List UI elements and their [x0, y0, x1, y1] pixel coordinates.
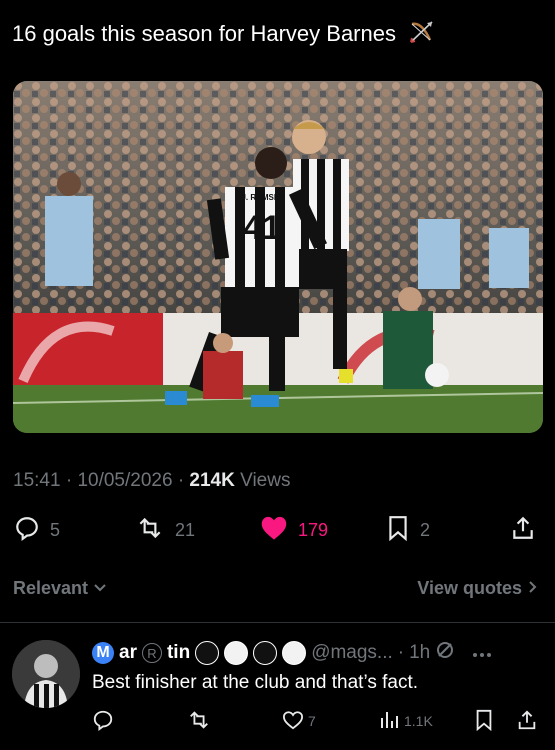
view-quotes-label: View quotes: [417, 578, 522, 598]
celebration-photo-illustration: 41 J. RAMSEY: [13, 81, 543, 433]
relevant-dropdown[interactable]: Relevant: [13, 578, 107, 599]
hidden-reply-icon[interactable]: [435, 640, 455, 666]
tweet-meta: 15:41 · 10/05/2026 · 214K Views: [13, 470, 290, 492]
reply-repost-button[interactable]: [186, 705, 212, 737]
meta-separator: ·: [397, 642, 405, 663]
tweet-photo[interactable]: 41 J. RAMSEY: [13, 81, 543, 433]
avatar[interactable]: [12, 640, 80, 708]
reply-name-part1[interactable]: ar: [119, 642, 137, 664]
bookmark-icon: [386, 515, 410, 546]
black-circle-icon: [253, 641, 278, 665]
reply-name-part2[interactable]: tin: [167, 642, 190, 664]
reply-icon: [14, 515, 40, 546]
reply-time: 1h: [409, 642, 431, 663]
views-chart-icon: [378, 710, 400, 733]
registered-badge: R: [141, 643, 162, 663]
share-icon: [516, 709, 538, 734]
relevant-label: Relevant: [13, 578, 89, 598]
black-circle-icon: [195, 641, 220, 665]
reply-reply-button[interactable]: [92, 705, 114, 737]
white-circle-icon: [282, 641, 307, 665]
tweet-text-content: 16 goals this season for Harvey Barnes: [12, 20, 396, 46]
reply-count: 5: [50, 519, 61, 540]
share-button[interactable]: [510, 510, 536, 550]
views-label: Views: [240, 470, 291, 491]
reply-like-button[interactable]: 7: [282, 705, 316, 737]
reply-bookmark-button[interactable]: [474, 705, 494, 737]
reply-like-count: 7: [308, 713, 316, 729]
tweet-time: 15:41: [13, 470, 61, 491]
white-circle-icon: [224, 641, 249, 665]
name-letter-badge: M: [92, 642, 114, 664]
chevron-down-icon: [93, 578, 107, 598]
share-icon: [510, 515, 536, 546]
repost-count: 21: [175, 519, 196, 540]
tweet-text: 16 goals this season for Harvey Barnes: [12, 18, 436, 52]
reply-action-bar: 7 1.1K: [0, 705, 555, 737]
reply-handle[interactable]: @mags...: [311, 642, 393, 664]
views-count: 214K: [189, 470, 235, 491]
reply-icon: [92, 709, 114, 734]
repost-button[interactable]: 21: [135, 510, 195, 550]
shirt-number: 41: [243, 209, 281, 247]
reply-text: Best finisher at the club and that’s fac…: [92, 672, 419, 693]
meta-separator: ·: [65, 470, 78, 491]
repost-icon: [186, 709, 212, 734]
reply-views-count: 1.1K: [404, 713, 433, 729]
bookmark-icon: [474, 709, 494, 734]
like-button[interactable]: 179: [260, 510, 328, 550]
heart-filled-icon: [260, 515, 288, 546]
reply-share-button[interactable]: [516, 705, 538, 737]
bow-and-arrow-icon: [408, 18, 436, 52]
divider: [0, 622, 555, 623]
reply-button[interactable]: 5: [14, 510, 60, 550]
view-quotes-link[interactable]: View quotes: [417, 578, 539, 599]
more-options-icon[interactable]: [472, 642, 492, 664]
bookmark-count: 2: [420, 519, 431, 540]
meta-separator: ·: [177, 470, 190, 491]
tweet-date: 10/05/2026: [77, 470, 173, 491]
replies-sort-bar: Relevant View quotes: [0, 570, 555, 610]
chevron-right-icon: [527, 578, 539, 598]
shirt-name: J. RAMSEY: [241, 193, 285, 202]
tweet-action-bar: 5 21 179 2: [0, 510, 555, 550]
heart-icon: [282, 710, 304, 733]
repost-icon: [135, 515, 165, 546]
reply-header: M ar R tin @mags... · 1h: [92, 640, 492, 666]
reply-views-button[interactable]: 1.1K: [378, 705, 433, 737]
bookmark-button[interactable]: 2: [386, 510, 430, 550]
like-count: 179: [298, 519, 329, 540]
